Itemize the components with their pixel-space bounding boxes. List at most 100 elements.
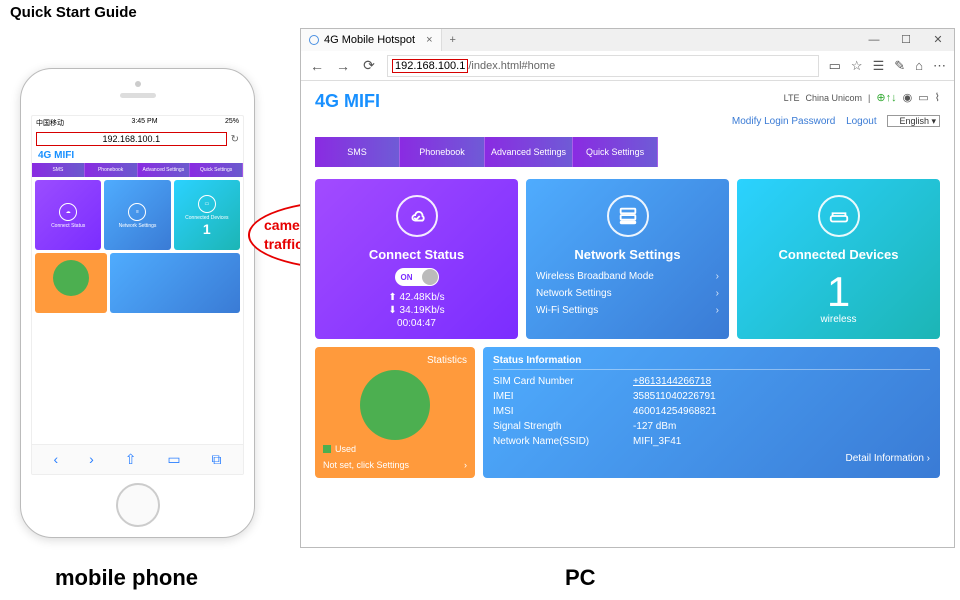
phone-screen: 中国移动 3:45 PM 25% 192.168.100.1 ↻ 4G MIFI… <box>31 115 244 475</box>
tab-advanced-settings[interactable]: Advanced Settings <box>485 137 573 167</box>
app-root: 4G MIFI LTE China Unicom | ⊕↑↓ ◉ ▭ ⌇ Mod… <box>301 81 954 547</box>
phone-brand: 4G MIFI <box>32 148 243 163</box>
phone-speaker <box>120 93 156 98</box>
status-value[interactable]: +8613144266718 <box>633 376 711 387</box>
download-speed: ⬇ 34.19Kb/s <box>325 305 508 316</box>
reading-list-icon[interactable]: ▭ <box>829 58 841 74</box>
browser-window: 4G Mobile Hotspot × + — ☐ ✕ ← → ⟳ 192.16… <box>300 28 955 548</box>
phone-statusbar: 中国移动 3:45 PM 25% <box>32 116 243 130</box>
status-title: Status Information <box>493 355 930 370</box>
phone-url-value[interactable]: 192.168.100.1 <box>36 132 227 146</box>
tab-sms[interactable]: SMS <box>315 137 400 167</box>
connected-devices-card[interactable]: Connected Devices 1 wireless <box>737 179 940 339</box>
phone-connect-card[interactable]: ☁ Connect Status <box>35 180 101 250</box>
safari-forward-button[interactable]: › <box>89 451 94 468</box>
connection-toggle[interactable]: ON <box>395 268 439 286</box>
phone-devices-card[interactable]: ▭ Connected Devices 1 <box>174 180 240 250</box>
window-maximize-button[interactable]: ☐ <box>890 29 922 51</box>
globe-icon: ⊕↑↓ <box>876 91 896 104</box>
pie-icon <box>53 260 89 296</box>
phone-network-title: Network Settings <box>119 223 157 229</box>
phone-tab-sms[interactable]: SMS <box>32 163 85 177</box>
pc-caption: PC <box>565 565 596 591</box>
favicon-icon <box>309 35 319 45</box>
safari-back-button[interactable]: ‹ <box>53 451 58 468</box>
safari-share-button[interactable]: ⇧ <box>125 451 137 468</box>
status-key: SIM Card Number <box>493 376 633 387</box>
url-host: 192.168.100.1 <box>392 59 468 73</box>
status-value: 358511040226791 <box>633 391 716 402</box>
modify-password-link[interactable]: Modify Login Password <box>732 116 835 127</box>
detail-information-link[interactable]: Detail Information › <box>493 453 930 464</box>
page-title: Quick Start Guide <box>10 4 137 21</box>
usage-pie-icon <box>360 370 430 440</box>
connect-title: Connect Status <box>325 247 508 262</box>
status-value: -127 dBm <box>633 421 676 432</box>
safari-bookmarks-button[interactable]: ▭ <box>167 451 180 468</box>
stats-footer-link[interactable]: Not set, click Settings› <box>323 460 467 470</box>
phone-devices-count: 1 <box>203 221 211 237</box>
hub-icon[interactable]: ☰ <box>873 58 885 74</box>
carrier-label: 中国移动 <box>36 118 64 128</box>
menu-network-settings[interactable]: Network Settings <box>536 285 719 302</box>
phone-status-card[interactable] <box>110 253 240 313</box>
devices-title: Connected Devices <box>747 247 930 262</box>
status-information-card: Status Information SIM Card Number+86131… <box>483 347 940 478</box>
elapsed-time: 00:04:47 <box>325 318 508 329</box>
main-tabs: SMS Phonebook Advanced Settings Quick Se… <box>315 137 940 167</box>
nav-reload-button[interactable]: ⟳ <box>361 57 377 74</box>
cloud-check-icon <box>396 195 438 237</box>
menu-wifi-settings[interactable]: Wi-Fi Settings <box>536 302 719 319</box>
phone-connect-title: Connect Status <box>51 223 85 229</box>
stats-legend: Used <box>323 444 467 454</box>
status-value: MIFI_3F41 <box>633 436 681 447</box>
status-key: Signal Strength <box>493 421 633 432</box>
status-key: Network Name(SSID) <box>493 436 633 447</box>
devices-sub: wireless <box>747 314 930 325</box>
phone-addressbar[interactable]: 192.168.100.1 ↻ <box>32 130 243 148</box>
carrier-name: China Unicom <box>806 93 863 103</box>
reload-icon[interactable]: ↻ <box>231 134 239 145</box>
logout-link[interactable]: Logout <box>846 116 877 127</box>
menu-wireless-mode[interactable]: Wireless Broadband Mode <box>536 268 719 285</box>
phone-tab-phonebook[interactable]: Phonebook <box>85 163 138 177</box>
tab-close-button[interactable]: × <box>426 34 432 46</box>
phone-stats-card[interactable] <box>35 253 107 313</box>
share-icon[interactable]: ⌂ <box>915 58 923 74</box>
phone-tab-advanced[interactable]: Advanced Settings <box>138 163 191 177</box>
device-icon: ▭ <box>198 195 216 213</box>
favorite-icon[interactable]: ☆ <box>851 58 863 74</box>
window-close-button[interactable]: ✕ <box>922 29 954 51</box>
phone-tab-quick[interactable]: Quick Settings <box>190 163 243 177</box>
phone-network-card[interactable]: ≡ Network Settings <box>104 180 170 250</box>
tab-title: 4G Mobile Hotspot <box>324 34 415 46</box>
home-button[interactable] <box>116 483 160 527</box>
notes-icon[interactable]: ✎ <box>894 58 905 74</box>
status-row: Network Name(SSID)MIFI_3F41 <box>493 434 930 449</box>
clock-label: 3:45 PM <box>131 118 157 128</box>
nav-back-button[interactable]: ← <box>309 58 325 74</box>
window-minimize-button[interactable]: — <box>858 29 890 51</box>
address-bar[interactable]: 192.168.100.1/index.html#home <box>387 55 819 77</box>
server-icon: ≡ <box>128 203 146 221</box>
divider: | <box>868 93 870 103</box>
status-row: IMSI460014254968821 <box>493 404 930 419</box>
legend-color-icon <box>323 445 331 453</box>
header-status: LTE China Unicom | ⊕↑↓ ◉ ▭ ⌇ <box>784 91 940 104</box>
connect-status-card: Connect Status ON ⬆ 42.48Kb/s ⬇ 34.19Kb/… <box>315 179 518 339</box>
battery-icon: ▭ <box>918 91 928 104</box>
window-titlebar: 4G Mobile Hotspot × + — ☐ ✕ <box>301 29 954 51</box>
stats-title: Statistics <box>323 355 467 366</box>
status-row: IMEI358511040226791 <box>493 389 930 404</box>
mobile-caption: mobile phone <box>55 565 198 591</box>
tab-quick-settings[interactable]: Quick Settings <box>573 137 658 167</box>
new-tab-button[interactable]: + <box>442 34 464 46</box>
tab-phonebook[interactable]: Phonebook <box>400 137 485 167</box>
safari-tabs-button[interactable]: ⧉ <box>212 451 222 468</box>
nav-forward-button[interactable]: → <box>335 58 351 74</box>
statistics-card: Statistics Used Not set, click Settings› <box>315 347 475 478</box>
browser-tab[interactable]: 4G Mobile Hotspot × <box>301 29 442 51</box>
language-select[interactable]: English ▾ <box>887 115 940 127</box>
more-icon[interactable]: ⋯ <box>933 58 946 74</box>
phone-nav-tabs: SMS Phonebook Advanced Settings Quick Se… <box>32 163 243 177</box>
